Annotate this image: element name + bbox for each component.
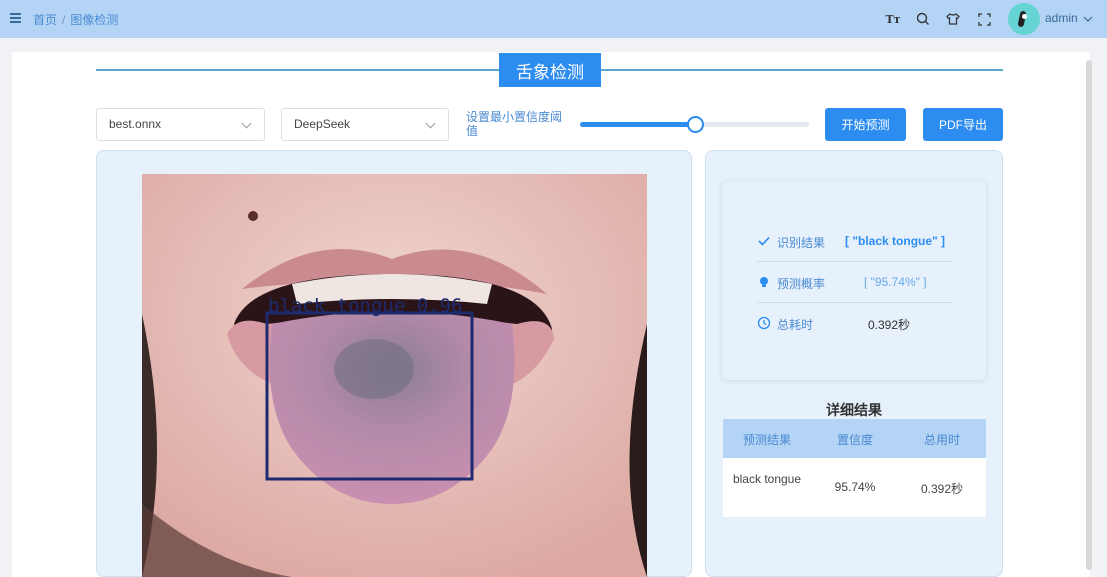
result-time-label: 总耗时 (777, 318, 814, 332)
threshold-label: 设置最小置信度阈值 (466, 110, 563, 138)
breadcrumb: 首页 / 图像检测 (33, 11, 118, 28)
result-row-probability: 预测概率 [ "95.74%" ] (757, 263, 951, 303)
chevron-down-icon (241, 118, 252, 129)
tongue-image: black tongue 0.96 (142, 174, 647, 577)
page-title: 舌象检测 (499, 53, 601, 87)
result-class-label: 识别结果 (777, 236, 826, 250)
result-prob-label: 预测概率 (777, 277, 826, 291)
chevron-down-icon (425, 118, 436, 129)
breadcrumb-current: 图像检测 (70, 13, 119, 27)
column-header: 置信度 (836, 433, 873, 447)
font-size-icon[interactable]: Tт (885, 11, 901, 27)
result-row-class: 识别结果 [ "black tongue" ] (757, 222, 951, 262)
threshold-slider[interactable] (580, 116, 809, 133)
llm-select-value: DeepSeek (294, 117, 351, 131)
user-name: admin (1045, 11, 1078, 25)
table-header: 预测结果 置信度 总用时 (723, 419, 986, 458)
user-menu[interactable]: admin (1045, 11, 1093, 25)
top-bar (0, 0, 1107, 38)
breadcrumb-separator: / (62, 13, 66, 27)
check-icon (758, 236, 770, 246)
model-select[interactable]: best.onnx (96, 108, 265, 141)
slider-fill (580, 122, 695, 127)
menu-toggle-icon[interactable] (10, 13, 21, 23)
breadcrumb-home[interactable]: 首页 (33, 13, 57, 27)
column-header: 预测结果 (742, 433, 791, 447)
cell-time: 0.392秒 (920, 482, 964, 496)
detection-label: black tongue 0.96 (268, 295, 462, 317)
slider-handle[interactable] (686, 116, 704, 133)
result-time-value: 0.392秒 (868, 318, 911, 332)
cell-confidence: 95.74% (834, 480, 876, 494)
bulb-icon (760, 277, 768, 287)
theme-icon[interactable] (945, 11, 961, 27)
font-size-glyph: Tт (885, 12, 901, 26)
avatar[interactable] (1008, 3, 1040, 35)
scrollbar[interactable] (1086, 60, 1092, 570)
cell-class: black tongue (732, 472, 802, 486)
model-select-value: best.onnx (109, 117, 162, 131)
column-header: 总用时 (923, 433, 960, 447)
search-icon[interactable] (915, 11, 931, 27)
pdf-export-button[interactable]: PDF导出 (923, 108, 1003, 141)
fullscreen-icon[interactable] (976, 11, 992, 27)
result-row-time: 总耗时 0.392秒 (757, 304, 951, 344)
predict-button[interactable]: 开始预测 (825, 108, 906, 141)
table-row: black tongue 95.74% 0.392秒 (723, 458, 986, 517)
result-class-value: [ "black tongue" ] (845, 234, 946, 248)
llm-select[interactable]: DeepSeek (281, 108, 449, 141)
result-prob-value: [ "95.74%" ] (864, 275, 927, 289)
detail-title: 详细结果 (826, 402, 882, 418)
chevron-down-icon (1083, 16, 1093, 22)
clock-icon (757, 316, 771, 330)
